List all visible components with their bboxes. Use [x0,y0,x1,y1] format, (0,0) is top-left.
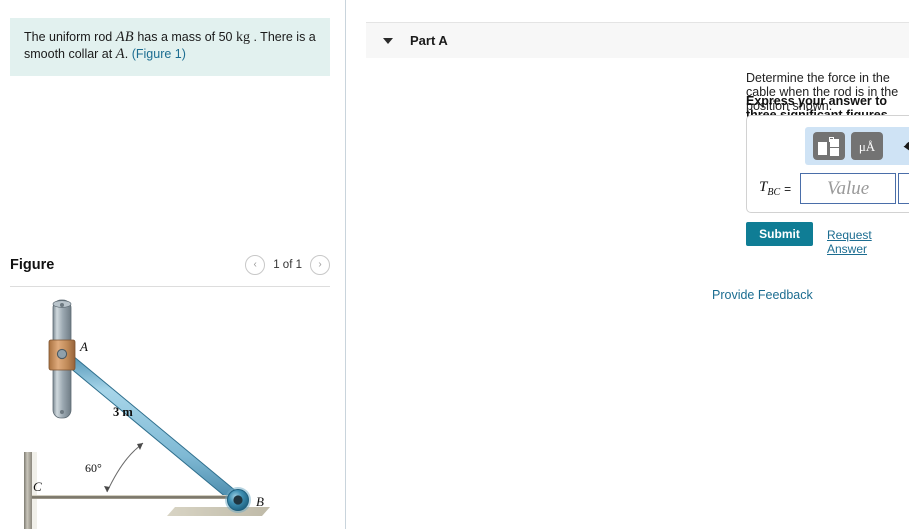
figure-prev-button[interactable]: ‹ [245,255,266,275]
chevron-down-icon[interactable] [383,37,393,44]
figure-counter: 1 of 1 [273,259,302,271]
figure-header: Figure ‹ 1 of 1 › [10,255,330,285]
point-variable-a: A [115,46,125,62]
units-icon[interactable]: μÅ [851,132,883,160]
math-template-icon[interactable] [813,132,845,160]
submit-button[interactable]: Submit [746,222,813,246]
provide-feedback-link[interactable]: Provide Feedback [712,288,813,302]
part-a-header[interactable]: Part A [366,22,909,58]
rod-ab [56,348,244,506]
angle-arrow-upper [137,443,143,450]
cable-cb [32,495,234,499]
figure-divider [10,286,330,287]
answer-row: TBC = Value Units [759,173,909,204]
undo-glyph [903,141,909,150]
label-angle: 60° [85,461,102,475]
problem-page: The uniform rod AB has a mass of 50 kg .… [0,0,909,529]
post-bottom-hole [60,410,64,414]
math-toolbar: μÅ [805,127,909,165]
left-panel: The uniform rod AB has a mass of 50 kg .… [0,0,345,529]
rod-variable-ab: AB [115,29,134,45]
label-b: B [256,494,264,509]
undo-icon[interactable] [903,139,909,154]
mass-unit: kg [235,30,250,45]
angle-arrow-lower [104,486,110,492]
answer-variable-label: TBC [759,179,781,198]
pin-at-a [56,348,68,360]
figure-next-button[interactable]: › [310,255,330,275]
figure-title: Figure [10,257,55,273]
template-glyph [818,136,840,156]
problem-text-1: The uniform rod [24,30,116,44]
problem-statement: The uniform rod AB has a mass of 50 kg .… [10,18,330,76]
post-top-hole [60,303,64,307]
left-wall [24,452,32,529]
right-panel: Part A Determine the force in the cable … [346,0,909,529]
figure-diagram: A C B 3 m 60° [10,292,332,529]
value-input[interactable]: Value [800,173,897,204]
answer-entry-panel: μÅ TBC = Value [746,115,909,213]
problem-text-4: . [124,47,132,61]
figure-navigation: ‹ 1 of 1 › [245,255,330,275]
units-glyph: μÅ [858,138,876,154]
units-input[interactable]: Units [898,173,909,204]
angle-arc [106,449,136,493]
statics-diagram-svg: A C B 3 m 60° [24,299,270,529]
pulley-hub [233,495,243,505]
label-a: A [79,339,88,354]
label-c: C [33,479,42,494]
label-rod-length: 3 m [113,405,133,419]
figure-link[interactable]: (Figure 1) [132,47,186,61]
part-a-label: Part A [410,33,448,48]
ground-pad [167,507,270,516]
equals-sign: = [784,181,792,196]
request-answer-link[interactable]: Request Answer [827,228,909,256]
problem-text-2: has a mass of 50 [133,30,236,44]
